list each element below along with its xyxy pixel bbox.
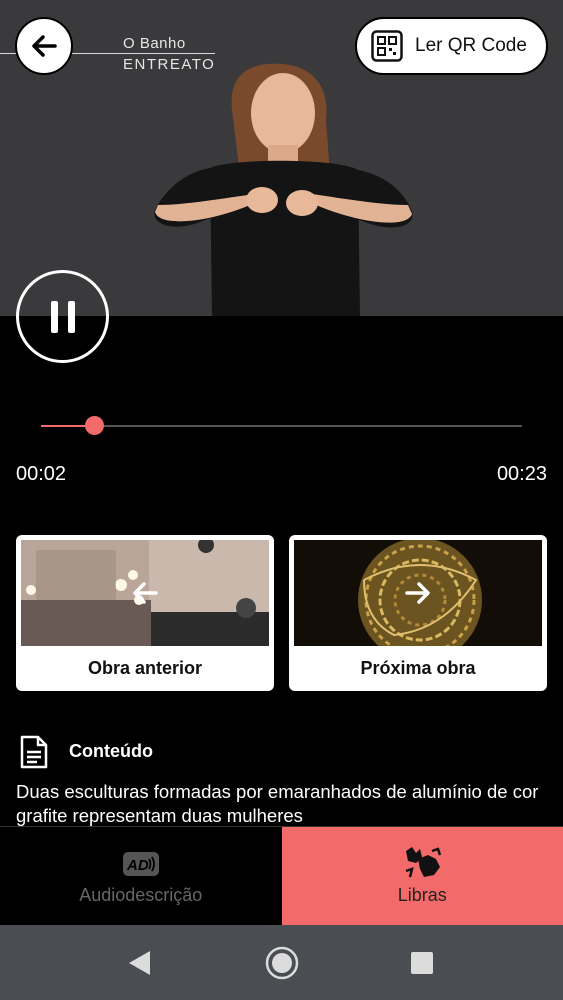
- arrow-right-icon: [405, 582, 430, 604]
- bottom-tab-bar: AD Audiodescrição Libras: [0, 826, 563, 925]
- tab-libras[interactable]: Libras: [281, 827, 563, 925]
- read-qr-code-button[interactable]: Ler QR Code: [355, 17, 548, 75]
- exhibition-name: ENTREATO: [123, 56, 216, 73]
- system-navigation-bar: [0, 925, 563, 1000]
- back-button[interactable]: [15, 17, 73, 75]
- arrow-left-icon: [32, 35, 57, 57]
- qr-button-label: Ler QR Code: [415, 35, 527, 56]
- next-artwork-card[interactable]: Próxima obra: [289, 535, 547, 691]
- svg-text:AD: AD: [126, 857, 149, 874]
- artwork-title: O Banho: [123, 35, 186, 52]
- nav-home-icon[interactable]: [264, 945, 300, 981]
- nav-recents-icon[interactable]: [410, 951, 434, 975]
- sign-language-icon: [405, 847, 441, 878]
- previous-artwork-card[interactable]: Obra anterior: [16, 535, 274, 691]
- arrow-left-icon: [133, 582, 158, 604]
- previous-artwork-thumbnail: [21, 540, 269, 646]
- qr-code-icon: [371, 30, 403, 62]
- tab-audiodescricao-label: Audiodescrição: [79, 885, 203, 905]
- tab-libras-label: Libras: [397, 885, 447, 905]
- progress-thumb[interactable]: [84, 416, 104, 435]
- pause-icon-bar: [67, 300, 75, 333]
- content-description: Duas esculturas formadas por emaranhados…: [16, 781, 539, 826]
- video-player[interactable]: O Banho ENTREATO Ler QR Code: [0, 0, 563, 316]
- next-artwork-thumbnail: [294, 540, 542, 646]
- progress-track[interactable]: [41, 416, 522, 435]
- nav-back-icon[interactable]: [126, 949, 152, 977]
- tab-audiodescricao[interactable]: AD Audiodescrição: [0, 827, 282, 925]
- content-heading: Conteúdo: [69, 741, 153, 761]
- pause-icon: [50, 300, 58, 333]
- previous-artwork-label: Obra anterior: [87, 658, 203, 678]
- next-artwork-label: Próxima obra: [360, 658, 476, 678]
- document-icon: [20, 735, 48, 769]
- current-time: 00:02: [16, 463, 67, 485]
- pause-button[interactable]: [16, 270, 109, 363]
- audio-description-icon: AD: [123, 852, 159, 876]
- total-time: 00:23: [496, 463, 547, 485]
